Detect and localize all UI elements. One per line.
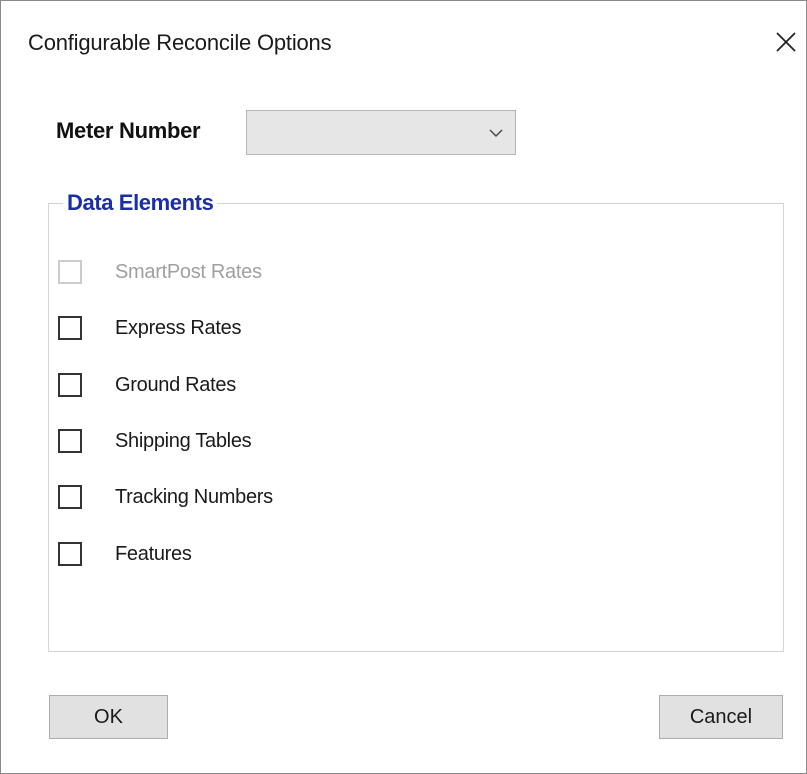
checkbox-box[interactable] bbox=[58, 373, 82, 397]
reconcile-options-dialog: Configurable Reconcile Options Meter Num… bbox=[0, 0, 807, 774]
cancel-button[interactable]: Cancel bbox=[659, 695, 783, 739]
checkbox-tracking-numbers[interactable]: Tracking Numbers bbox=[58, 482, 273, 512]
checkbox-smartpost-rates[interactable]: SmartPost Rates bbox=[58, 257, 262, 287]
checkbox-label: SmartPost Rates bbox=[115, 260, 262, 283]
meter-number-label: Meter Number bbox=[56, 118, 201, 143]
checkbox-box[interactable] bbox=[58, 542, 82, 566]
meter-number-select[interactable] bbox=[246, 110, 516, 155]
checkbox-label: Tracking Numbers bbox=[115, 485, 273, 508]
checkbox-box[interactable] bbox=[58, 316, 82, 340]
dialog-title: Configurable Reconcile Options bbox=[28, 30, 332, 55]
ok-button[interactable]: OK bbox=[49, 695, 168, 739]
checkbox-box[interactable] bbox=[58, 485, 82, 509]
data-elements-title: Data Elements bbox=[63, 190, 218, 216]
checkbox-label: Shipping Tables bbox=[115, 429, 252, 452]
close-icon bbox=[776, 32, 796, 52]
chevron-down-icon bbox=[489, 129, 503, 137]
checkbox-box[interactable] bbox=[58, 260, 82, 284]
checkbox-box[interactable] bbox=[58, 429, 82, 453]
checkbox-label: Express Rates bbox=[115, 316, 242, 339]
checkbox-label: Ground Rates bbox=[115, 373, 236, 396]
checkbox-shipping-tables[interactable]: Shipping Tables bbox=[58, 426, 252, 456]
checkbox-express-rates[interactable]: Express Rates bbox=[58, 313, 241, 343]
checkbox-label: Features bbox=[115, 542, 192, 565]
checkbox-features[interactable]: Features bbox=[58, 539, 192, 569]
checkbox-ground-rates[interactable]: Ground Rates bbox=[58, 370, 236, 400]
close-button[interactable] bbox=[769, 25, 803, 59]
